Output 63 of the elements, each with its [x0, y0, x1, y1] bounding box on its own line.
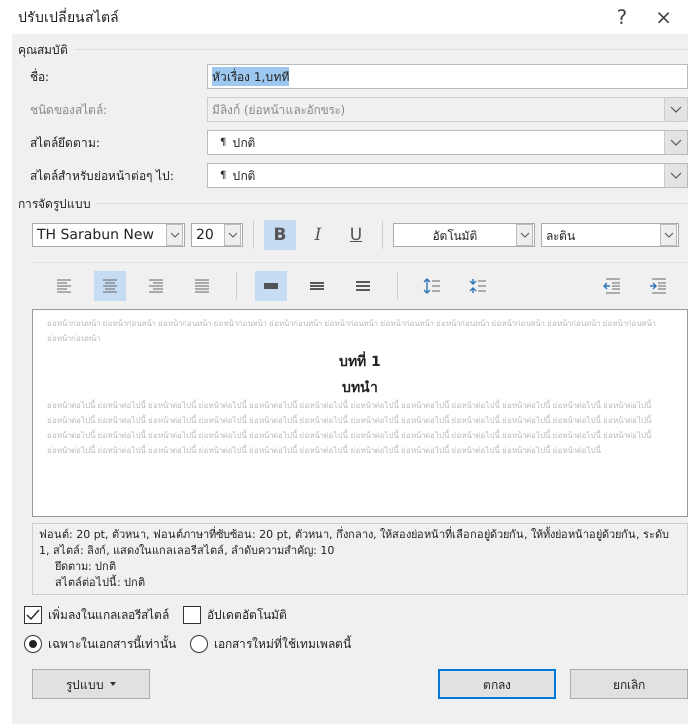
chevron-icon	[170, 232, 180, 238]
chevron-icon	[520, 232, 530, 238]
close-button[interactable]: ×	[651, 5, 676, 29]
indent-icon	[603, 278, 621, 294]
style-dropdown[interactable]: ¶ ปกติ	[207, 163, 688, 188]
dropdown-value: ปกติ	[232, 168, 256, 185]
field-label: สไตล์สำหรับย่อหน้าต่อๆ ไป:	[30, 168, 175, 185]
description-text: ฟอนต์: 20 pt, ตัวหนา, ฟอนต์ภาษาที่ซับซ้อน: 20 pt, ตัวหนา, กึ่งกลาง, ให้สองย่อหน้าที่เลือกอยู่ด้วยกัน, ให้ทั้งย่อหน้าอยู่ด้วยกัน, ระดับ 1, สไตล์: ลิงก์, แสดงในแกลเลอรีสไตล์, ลำดับความสำคัญ: 10	[39, 527, 670, 559]
section-heading: คุณสมบัติ	[18, 42, 68, 58]
description-text: สไตล์ต่อไปนี้: ปกติ	[54, 575, 146, 591]
checkbox[interactable]	[183, 606, 201, 624]
line-spacing-icon	[355, 279, 371, 293]
pilcrow-icon: ¶	[220, 170, 226, 181]
color-dropdown[interactable]: อัตโนมัติ	[393, 223, 535, 247]
radio-button[interactable]	[190, 634, 208, 652]
field-label: ชนิดของสไตล์:	[30, 102, 108, 119]
chevron-icon	[228, 232, 238, 238]
chevron-icon	[664, 98, 687, 121]
chevron-icon	[664, 131, 687, 154]
align-icon	[102, 279, 118, 293]
chevron-icon	[664, 164, 687, 187]
indent-icon	[649, 278, 667, 294]
checkbox-label: เพิ่มลงในแกลเลอรีสไตล์	[48, 606, 169, 624]
style-dropdown[interactable]: ¶ ปกติ	[207, 130, 688, 155]
chevron-icon	[664, 232, 674, 238]
checkbox-label: อัปเดตอัตโนมัติ	[207, 607, 287, 624]
checkbox[interactable]	[24, 606, 42, 624]
preview-heading: บทนำ	[341, 379, 379, 398]
radio-label: เฉพาะในเอกสารนี้เท่านั้น	[48, 634, 176, 653]
preview-heading: บทที่ 1	[47, 350, 673, 372]
section-heading: การจัดรูปแบบ	[18, 196, 91, 212]
size-dropdown[interactable]: 20	[191, 223, 243, 247]
field-label: สไตล์ยึดตาม:	[30, 135, 102, 152]
dropdown-value: ปกติ	[232, 135, 256, 152]
name-field[interactable]: หัวเรื่อง 1,บทที	[207, 64, 688, 89]
radio-button[interactable]	[24, 634, 42, 652]
align-icon	[194, 279, 210, 293]
ok-button[interactable]: ตกลง	[438, 669, 556, 699]
pilcrow-icon: ¶	[220, 137, 226, 148]
cancel-button[interactable]: ยกเลิก	[570, 669, 688, 699]
paragraph-spacing-icon	[423, 278, 441, 294]
radio-label: เอกสารใหม่ที่ใช้เทมเพลตนี้	[214, 634, 351, 653]
bold-button[interactable]: B	[264, 220, 296, 250]
italic-button[interactable]: I	[302, 220, 334, 250]
caret-icon	[110, 682, 116, 686]
script-dropdown[interactable]: ละติน	[541, 223, 679, 247]
selected-text: หัวเรื่อง 1,บทที	[212, 67, 290, 86]
dropdown-value: มีลิงก์ (ย่อหน้าและอักขระ)	[212, 102, 346, 119]
preview-text: ย่อหน้าต่อไปนี้ ย่อหน้าต่อไปนี้ ย่อหน้าต่อไปนี้ ย่อหน้าต่อไปนี้ ย่อหน้าต่อไปนี้ ย่อหน้าต่อไปนี้ ย่อหน้าต่อไปนี้ ย่อหน้าต่อไปนี้ ย่อหน้าต่อไปนี้ ย่อหน้าต่อไปนี้ ย่อหน้าต่อไปนี้ ย่อหน้าต่อไปนี้ ย่อหน้าต่อไปนี้ ย่อหน้าต่อไปนี้ ย่อหน้าต่อไปนี้ ย่อหน้าต่อไปนี้ ย่อหน้าต่อไปนี้ ย่อหน้าต่อไปนี้ ย่อหน้าต่อไปนี้ ย่อหน้าต่อไปนี้ ย่อหน้าต่อไปนี้ ย่อหน้าต่อไปนี้ ย่อหน้าต่อไปนี้ ย่อหน้าต่อไปนี้ ย่อหน้าต่อไปนี้ ย่อหน้าต่อไปนี้ ย่อหน้าต่อไปนี้ ย่อหน้าต่อไปนี้ ย่อหน้าต่อไปนี้ ย่อหน้าต่อไปนี้ ย่อหน้าต่อไปนี้ ย่อหน้าต่อไปนี้ ย่อหน้าต่อไปนี้ ย่อหน้าต่อไปนี้ ย่อหน้าต่อไปนี้ ย่อหน้าต่อไปนี้ ย่อหน้าต่อไปนี้ ย่อหน้าต่อไปนี้ ย่อหน้าต่อไปนี้ ย่อหน้าต่อไปนี้ ย่อหน้าต่อไปนี้ ย่อหน้าต่อไปนี้ ย่อหน้าต่อไปนี้ ย่อหน้าต่อไปนี้ ย่อหน้าต่อไปนี้ ย่อหน้าต่อไปนี้ ย่อหน้าต่อไปนี้	[47, 398, 652, 457]
underline-button[interactable]: U	[340, 220, 372, 250]
paragraph-spacing-icon	[469, 278, 487, 294]
line-spacing-button[interactable]	[255, 271, 287, 301]
align-icon	[148, 279, 164, 293]
line-spacing-icon	[309, 279, 325, 293]
align-button[interactable]	[94, 271, 126, 301]
window-title: ปรับเปลี่ยนสไตล์	[18, 6, 119, 28]
description-text: ยึดตาม: ปกติ	[54, 559, 118, 574]
align-icon	[56, 279, 72, 293]
help-button[interactable]: ?	[612, 5, 632, 29]
format-button[interactable]: รูปแบบ	[32, 669, 150, 699]
font-dropdown[interactable]: TH Sarabun New	[32, 223, 185, 247]
preview-text: ย่อหน้าก่อนหน้า ย่อหน้าก่อนหน้า ย่อหน้าก่อนหน้า ย่อหน้าก่อนหน้า ย่อหน้าก่อนหน้า ย่อหน้าก่อนหน้า ย่อหน้าก่อนหน้า ย่อหน้าก่อนหน้า ย่อหน้าก่อนหน้า ย่อหน้าก่อนหน้า ย่อหน้าก่อนหน้า ย่อหน้าก่อนหน้า	[47, 318, 656, 345]
field-label: ชื่อ:	[30, 68, 50, 86]
